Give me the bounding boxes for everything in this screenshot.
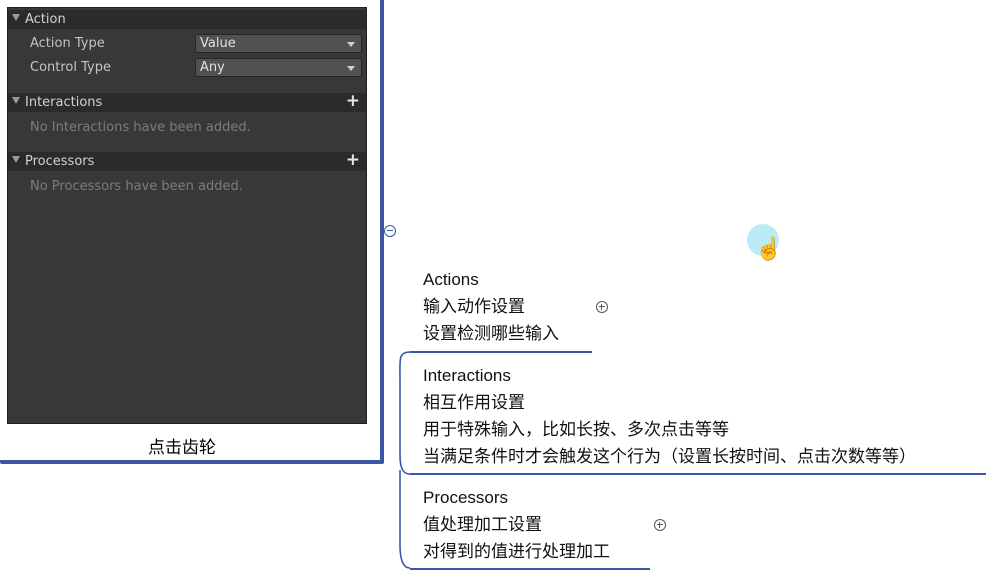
processors-section-header[interactable]: Processors +	[8, 150, 366, 171]
hand-cursor-icon: ☝	[755, 236, 783, 261]
expand-node-icon[interactable]	[654, 519, 666, 531]
action-type-label: Action Type	[30, 36, 105, 51]
no-interactions-message: No Interactions have been added.	[30, 120, 251, 135]
action-type-value: Value	[200, 36, 236, 51]
actions-title: Actions	[423, 270, 479, 289]
no-processors-message: No Processors have been added.	[30, 179, 243, 194]
actions-line-2: 设置检测哪些输入	[423, 324, 559, 343]
dropdown-arrow-icon	[347, 66, 355, 71]
interactions-title: Interactions	[423, 366, 511, 385]
collapse-branch-icon[interactable]	[384, 225, 396, 237]
processors-line-2: 对得到的值进行处理加工	[423, 542, 610, 561]
processors-underline	[410, 568, 650, 570]
control-type-label: Control Type	[30, 60, 111, 75]
control-type-value: Any	[200, 60, 225, 75]
processors-line-1: 值处理加工设置	[423, 515, 542, 534]
image-caption: 点击齿轮	[148, 438, 216, 457]
interactions-line-1: 相互作用设置	[423, 393, 525, 412]
processors-section-title: Processors	[25, 154, 95, 169]
add-interaction-icon[interactable]: +	[346, 91, 360, 111]
dropdown-arrow-icon	[347, 42, 355, 47]
processors-title: Processors	[423, 488, 509, 507]
actions-line-1: 输入动作设置	[423, 297, 525, 316]
action-type-dropdown[interactable]: Value	[195, 34, 362, 53]
control-type-dropdown[interactable]: Any	[195, 58, 362, 77]
collapse-triangle-icon[interactable]	[12, 97, 20, 104]
action-section-title: Action	[25, 12, 66, 27]
interactions-line-2: 用于特殊输入，比如长按、多次点击等等	[423, 420, 729, 439]
interactions-section-header[interactable]: Interactions +	[8, 91, 366, 112]
inspector-panel: Action Action Type Value Control Type An…	[7, 7, 367, 424]
interactions-underline	[410, 473, 986, 475]
actions-underline	[410, 351, 592, 353]
collapse-triangle-icon[interactable]	[12, 156, 20, 163]
add-processor-icon[interactable]: +	[346, 150, 360, 170]
frame-bottom-line	[0, 460, 384, 464]
collapse-triangle-icon[interactable]	[12, 14, 20, 21]
mindmap-node-interactions[interactable]: Interactions 相互作用设置 用于特殊输入，比如长按、多次点击等等 当…	[423, 363, 916, 470]
interactions-line-3: 当满足条件时才会触发这个行为（设置长按时间、点击次数等等）	[423, 447, 916, 466]
expand-node-icon[interactable]	[596, 301, 608, 313]
branch-connectors	[399, 351, 411, 569]
interactions-section-title: Interactions	[25, 95, 103, 110]
mindmap-node-actions[interactable]: Actions 输入动作设置 设置检测哪些输入	[423, 267, 559, 347]
mindmap-node-processors[interactable]: Processors 值处理加工设置 对得到的值进行处理加工	[423, 485, 610, 565]
action-section-header[interactable]: Action	[8, 10, 366, 29]
